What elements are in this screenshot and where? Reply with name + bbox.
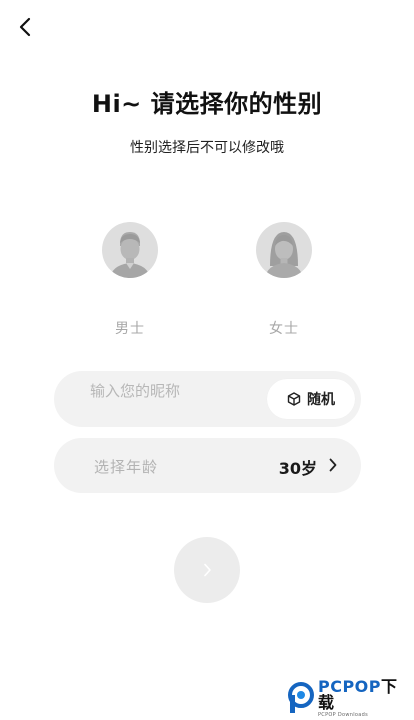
nickname-input[interactable] bbox=[90, 377, 260, 405]
back-arrow-icon bbox=[19, 17, 31, 37]
male-avatar-icon bbox=[102, 222, 158, 278]
gender-label-male: 男士 bbox=[115, 321, 145, 337]
dice-icon bbox=[287, 392, 301, 406]
nickname-row: 随机 bbox=[54, 371, 361, 427]
page-subtitle: 性别选择后不可以修改哦 bbox=[130, 140, 284, 156]
watermark-sub: PCPOP Downloads bbox=[317, 711, 369, 718]
gender-label-female: 女士 bbox=[269, 321, 299, 337]
age-label: 选择年龄 bbox=[94, 458, 159, 476]
random-label: 随机 bbox=[307, 392, 335, 408]
gender-option-male[interactable]: 男士 bbox=[100, 222, 160, 338]
random-nickname-button[interactable]: 随机 bbox=[267, 379, 355, 419]
next-button[interactable] bbox=[174, 537, 240, 603]
chevron-right-icon bbox=[203, 563, 211, 577]
age-selector[interactable]: 选择年龄 30岁 bbox=[54, 438, 361, 493]
pcpop-logo bbox=[287, 682, 314, 713]
watermark: PCPOP下载 PCPOP Downloads bbox=[286, 678, 414, 718]
chevron-right-icon bbox=[329, 457, 337, 476]
page-title: Hi~ 请选择你的性别 bbox=[91, 90, 323, 118]
female-avatar-icon bbox=[256, 222, 312, 278]
age-value: 30岁 bbox=[278, 459, 317, 478]
gender-option-female[interactable]: 女士 bbox=[254, 222, 314, 338]
back-button[interactable] bbox=[14, 14, 36, 40]
